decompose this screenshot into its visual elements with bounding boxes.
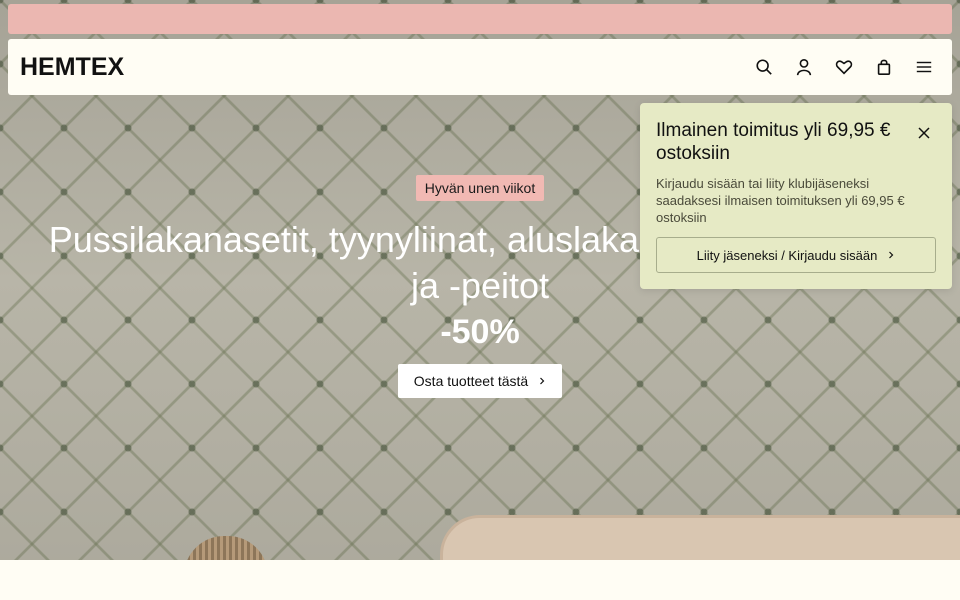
menu-icon[interactable] (908, 51, 940, 83)
top-banner[interactable] (8, 4, 952, 34)
logo[interactable]: HEMTEX (20, 53, 124, 82)
bag-icon[interactable] (868, 51, 900, 83)
account-icon[interactable] (788, 51, 820, 83)
header-icons (748, 51, 940, 83)
join-login-button[interactable]: Liity jäseneksi / Kirjaudu sisään (656, 237, 936, 273)
hero-discount: -50% (440, 313, 520, 351)
close-icon[interactable] (912, 121, 936, 145)
free-shipping-popup: Ilmainen toimitus yli 69,95 € ostoksiin … (640, 103, 952, 289)
search-icon[interactable] (748, 51, 780, 83)
popup-text: Kirjaudu sisään tai liity klubijäseneksi… (656, 176, 905, 225)
shop-now-button[interactable]: Osta tuotteet tästä (397, 364, 563, 398)
headboard-image (440, 515, 960, 560)
site-header: HEMTEX (8, 39, 952, 95)
chevron-right-icon (889, 251, 894, 259)
popup-title: Ilmainen toimitus yli 69,95 € ostoksiin (656, 120, 891, 164)
shop-now-label: Osta tuotteet tästä (413, 373, 529, 389)
chevron-right-icon (540, 377, 545, 385)
campaign-tag: Hyvän unen viikot (415, 175, 545, 201)
join-login-label: Liity jäseneksi / Kirjaudu sisään (696, 247, 878, 263)
heart-icon[interactable] (828, 51, 860, 83)
